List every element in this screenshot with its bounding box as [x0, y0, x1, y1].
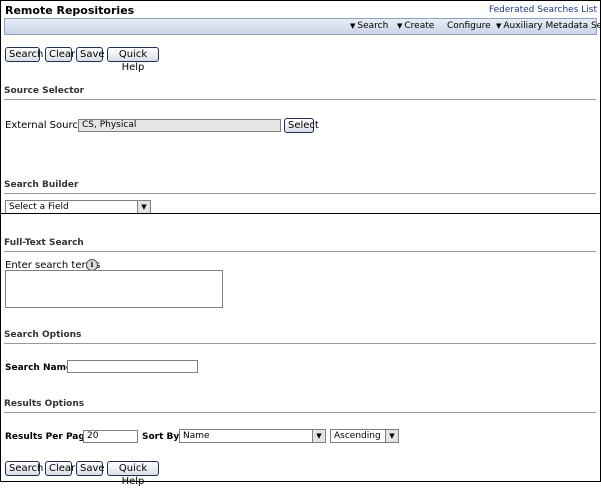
- search-options-heading: Search Options: [4, 330, 596, 344]
- results-options-heading: Results Options: [4, 399, 596, 413]
- field-select-value: Select a Field: [9, 202, 69, 212]
- search-button-bottom[interactable]: Search: [5, 461, 43, 476]
- chevron-down-icon: ▼: [350, 22, 356, 30]
- chevron-down-icon: ▼: [312, 430, 325, 442]
- sort-order-value: Ascending: [334, 431, 381, 441]
- sort-by-value: Name: [183, 431, 210, 441]
- menu-bar: ▼ Search ▼ Create Configure ▼ Auxiliary Met…: [4, 18, 601, 35]
- quick-help-button-bottom[interactable]: Quick Help: [107, 461, 159, 487]
- search-button-top[interactable]: Search: [5, 47, 43, 62]
- chevron-down-icon: ▼: [137, 201, 150, 213]
- clear-button-top[interactable]: Clear: [45, 47, 75, 62]
- search-builder-heading: Search Builder: [4, 180, 596, 194]
- save-button-bottom[interactable]: Save: [76, 461, 105, 476]
- full-text-search-heading: Full-Text Search: [4, 238, 596, 252]
- field-select[interactable]: Select a Field ▼: [5, 200, 151, 214]
- sort-order-select[interactable]: Ascending ▼: [330, 429, 399, 443]
- search-name-input[interactable]: [67, 360, 198, 373]
- search-name-label: Search Name:: [5, 363, 76, 373]
- menu-create[interactable]: ▼ Create: [397, 21, 434, 31]
- results-per-page-input[interactable]: 20: [83, 430, 138, 443]
- menu-auxiliary-metadata-set[interactable]: ▼ Auxiliary Metadata Set: [496, 21, 601, 31]
- page-title: Remote Repositories: [5, 4, 135, 17]
- clear-button-bottom[interactable]: Clear: [45, 461, 75, 476]
- frame-divider: [0, 213, 601, 214]
- chevron-down-icon: ▼: [397, 22, 403, 30]
- search-terms-textarea[interactable]: [5, 270, 223, 308]
- quick-help-button-top[interactable]: Quick Help: [107, 47, 159, 73]
- sort-by-select[interactable]: Name ▼: [179, 429, 326, 443]
- source-selector-heading: Source Selector: [4, 86, 596, 100]
- menu-auxiliary-label: Auxiliary Metadata Set: [503, 21, 601, 31]
- results-per-page-label: Results Per Page:: [5, 432, 95, 442]
- menu-create-label: Create: [404, 21, 435, 31]
- save-button-top[interactable]: Save: [76, 47, 105, 62]
- chevron-down-icon: ▼: [385, 430, 398, 442]
- menu-search[interactable]: ▼ Search: [350, 21, 388, 31]
- federated-searches-link[interactable]: Federated Searches List: [489, 5, 597, 15]
- select-sources-button[interactable]: Select: [284, 118, 319, 133]
- chevron-down-icon: ▼: [496, 22, 502, 30]
- menu-configure-label: Configure: [447, 21, 491, 31]
- external-sources-field[interactable]: CS, Physical: [78, 119, 281, 132]
- external-sources-label: External Sources: [5, 120, 90, 131]
- menu-configure[interactable]: Configure: [447, 21, 491, 31]
- sort-by-label: Sort By:: [142, 432, 183, 442]
- menu-search-label: Search: [357, 21, 389, 31]
